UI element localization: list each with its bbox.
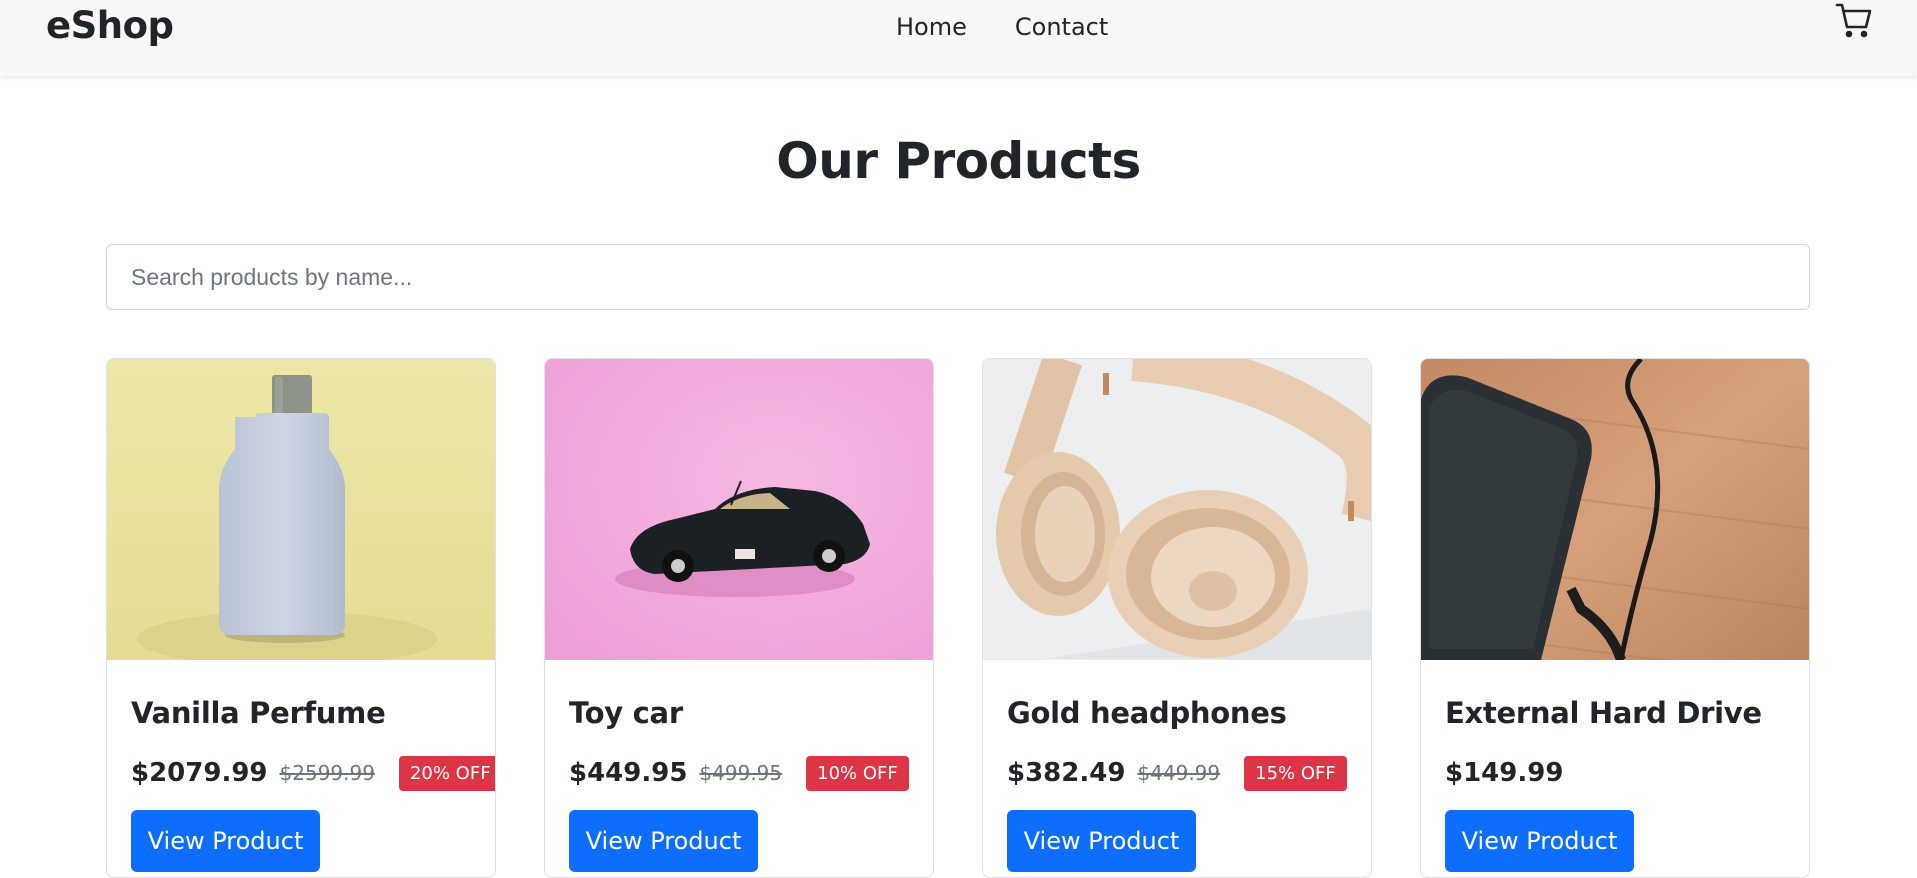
page-title: Our Products: [776, 132, 1141, 190]
price-row: $382.49 $449.99 15% OFF: [1007, 753, 1347, 793]
view-product-button[interactable]: View Product: [131, 810, 320, 872]
view-product-button[interactable]: View Product: [1445, 810, 1634, 872]
view-product-button[interactable]: View Product: [1007, 810, 1196, 872]
product-price: $149.99: [1445, 758, 1564, 788]
product-card: External Hard Drive $149.99 View Product: [1420, 358, 1810, 878]
discount-badge: 15% OFF: [1244, 755, 1347, 791]
product-price: $382.49: [1007, 758, 1126, 788]
headphones-image[interactable]: [983, 359, 1371, 660]
toy-car-image[interactable]: [545, 359, 933, 660]
product-name: External Hard Drive: [1445, 696, 1762, 730]
nav-links: Home Contact: [896, 13, 1108, 41]
cart-icon[interactable]: [1834, 0, 1874, 40]
navbar: eShop Home Contact: [0, 0, 1917, 76]
price-row: $449.95 $499.95 10% OFF: [569, 753, 909, 793]
brand-logo[interactable]: eShop: [46, 4, 174, 47]
original-price: $499.95: [699, 761, 783, 785]
price-row: $2079.99 $2599.99 20% OFF: [131, 753, 495, 793]
product-name: Toy car: [569, 696, 683, 730]
hard-drive-image[interactable]: [1421, 359, 1809, 660]
nav-contact-link[interactable]: Contact: [1015, 13, 1108, 41]
nav-home-link[interactable]: Home: [896, 13, 967, 41]
original-price: $449.99: [1137, 761, 1221, 785]
discount-badge: 10% OFF: [806, 755, 909, 791]
product-card: Vanilla Perfume $2079.99 $2599.99 20% OF…: [106, 358, 496, 878]
price-row: $149.99: [1445, 753, 1563, 793]
view-product-button[interactable]: View Product: [569, 810, 758, 872]
product-price: $2079.99: [131, 758, 268, 788]
product-price: $449.95: [569, 758, 688, 788]
product-card: Toy car $449.95 $499.95 10% OFF View Pro…: [544, 358, 934, 878]
product-name: Vanilla Perfume: [131, 696, 386, 730]
perfume-bottle-image[interactable]: [107, 359, 495, 660]
discount-badge: 20% OFF: [398, 755, 495, 791]
search-input[interactable]: [106, 244, 1810, 310]
original-price: $2599.99: [279, 761, 375, 785]
product-name: Gold headphones: [1007, 696, 1287, 730]
product-card: Gold headphones $382.49 $449.99 15% OFF …: [982, 358, 1372, 878]
